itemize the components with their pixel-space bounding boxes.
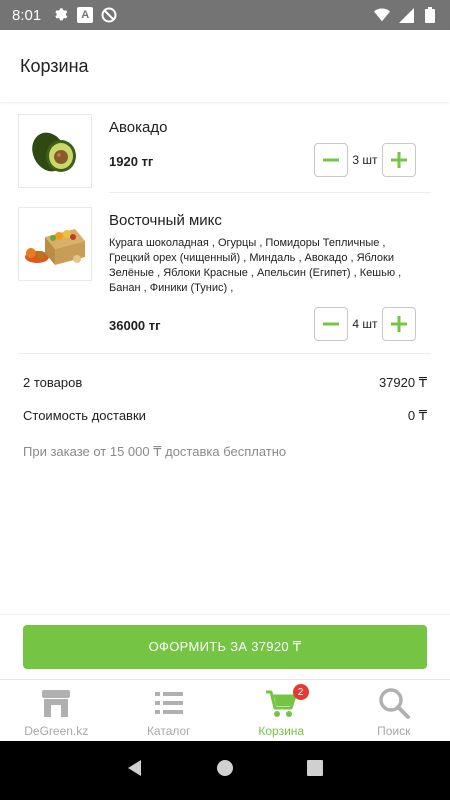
item-divider: [109, 192, 431, 193]
blocked-icon: [101, 7, 117, 23]
plus-icon: [391, 316, 407, 332]
delivery-label: Стоимость доставки: [23, 408, 146, 423]
product-name: Авокадо: [109, 119, 168, 136]
product-name: Восточный микс: [109, 212, 222, 229]
avocado-image: [32, 132, 76, 172]
battery-icon: [422, 7, 438, 23]
item-divider: [18, 353, 431, 354]
nav-item-cart[interactable]: 2 Корзина: [225, 680, 338, 741]
page-title: Корзина: [20, 55, 89, 76]
list-icon: [154, 692, 183, 714]
a-notification-icon: A: [77, 7, 94, 23]
checkout-bar: ОФОРМИТЬ ЗА 37920 ₸: [0, 614, 450, 678]
search-icon: [379, 688, 410, 719]
bottom-nav: DeGreen.kz Каталог 2 Корзина Поиск: [0, 679, 450, 741]
product-price: 36000 тг: [109, 318, 161, 333]
product-description: Курага шоколадная , Огурцы , Помидоры Те…: [109, 237, 402, 294]
gear-icon: [53, 7, 69, 23]
plus-icon: [391, 152, 407, 168]
items-count-label: 2 товаров: [23, 375, 83, 390]
nav-item-search[interactable]: Поиск: [338, 680, 450, 741]
cart-item[interactable]: Авокадо 1920 тг 3 шт: [18, 114, 432, 194]
decrease-quantity-button[interactable]: [314, 143, 348, 177]
status-time: 8:01: [12, 6, 42, 24]
free-delivery-note: При заказе от 15 000 ₸ доставка бесплатн…: [23, 444, 287, 459]
a-notification-letter: A: [81, 9, 90, 21]
quantity-stepper: 4 шт: [314, 307, 416, 341]
fruit-box-image: [25, 229, 85, 265]
back-icon[interactable]: [125, 758, 145, 783]
nav-label: DeGreen.kz: [24, 724, 89, 738]
nav-label: Корзина: [258, 724, 305, 738]
items-total-row: 2 товаров 37920 ₸: [23, 375, 427, 391]
status-bar: 8:01 A: [0, 0, 450, 30]
product-image-avocado[interactable]: [18, 114, 92, 188]
recents-icon[interactable]: [305, 758, 325, 783]
home-icon[interactable]: [215, 758, 235, 783]
system-navigation-bar: [0, 741, 450, 800]
app-bar: Корзина: [0, 30, 450, 102]
store-icon: [42, 690, 71, 717]
nav-label: Поиск: [377, 724, 411, 738]
product-image-mix[interactable]: [18, 207, 92, 281]
nav-label: Каталог: [146, 724, 191, 738]
cart-item[interactable]: Восточный микс Курага шоколадная , Огурц…: [18, 207, 432, 347]
wifi-icon: [374, 7, 390, 23]
cart-count-badge: 2: [292, 684, 309, 700]
quantity-stepper: 3 шт: [314, 143, 416, 177]
quantity-label: 4 шт: [352, 317, 378, 331]
quantity-label: 3 шт: [352, 153, 378, 167]
nav-item-home[interactable]: DeGreen.kz: [0, 680, 113, 741]
signal-icon: [398, 7, 414, 23]
minus-icon: [323, 158, 339, 162]
nav-item-catalog[interactable]: Каталог: [113, 680, 226, 741]
status-icons-left: A: [53, 7, 117, 23]
delivery-row: Стоимость доставки 0 ₸: [23, 408, 427, 424]
checkout-button[interactable]: ОФОРМИТЬ ЗА 37920 ₸: [23, 625, 427, 669]
increase-quantity-button[interactable]: [382, 143, 416, 177]
status-icons-right: [374, 7, 438, 23]
delivery-cost-value: 0 ₸: [407, 408, 427, 423]
cart-content: Авокадо 1920 тг 3 шт Восточный микс Кура…: [0, 103, 450, 613]
items-total-value: 37920 ₸: [378, 375, 427, 390]
decrease-quantity-button[interactable]: [314, 307, 348, 341]
minus-icon: [323, 322, 339, 326]
product-price: 1920 тг: [109, 154, 154, 169]
increase-quantity-button[interactable]: [382, 307, 416, 341]
